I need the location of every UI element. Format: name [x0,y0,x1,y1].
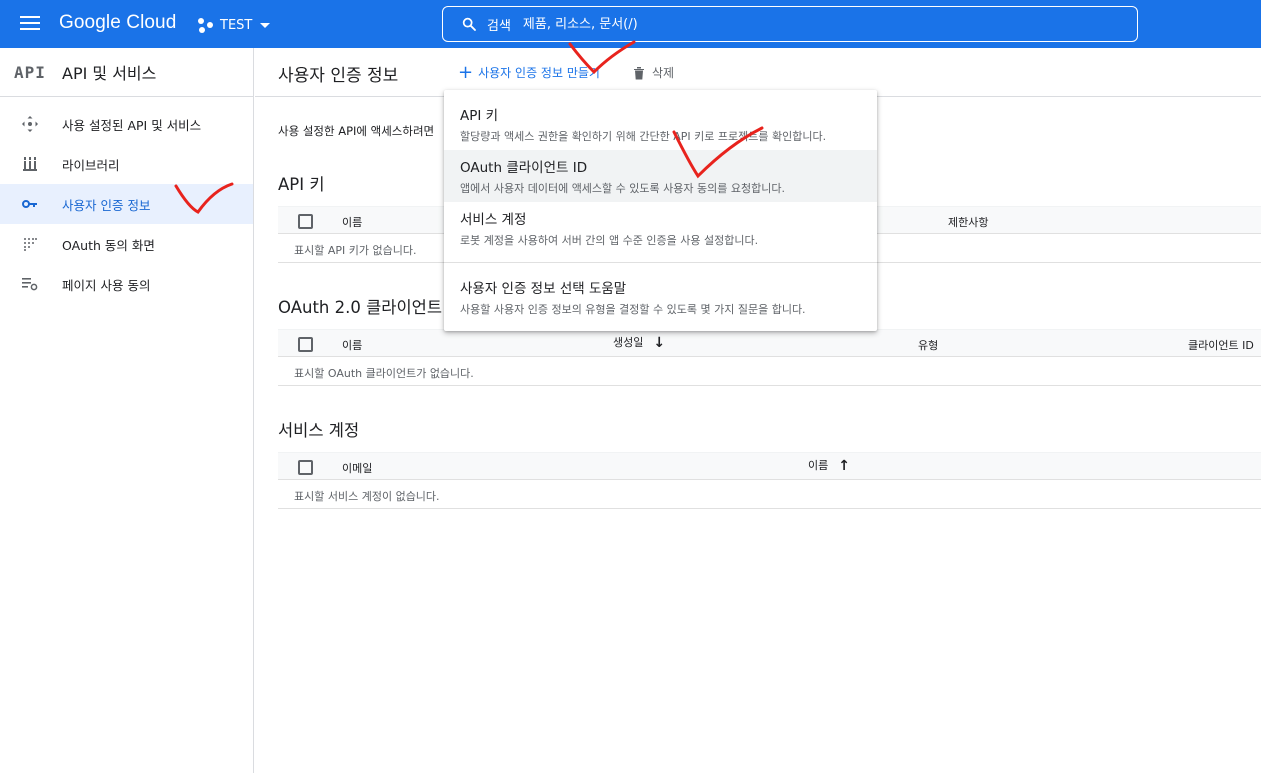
delete-label: 삭제 [652,66,675,80]
menu-item-title: 사용자 인증 정보 선택 도움말 [460,281,627,297]
empty-message: 표시할 서비스 계정이 없습니다. [294,490,440,503]
sidebar-title: API 및 서비스 [62,64,157,83]
google-cloud-logo[interactable]: Google Cloud [59,12,176,34]
create-credentials-label: 사용자 인증 정보 만들기 [478,66,600,80]
trash-icon [634,66,644,79]
select-all-checkbox[interactable] [298,337,313,352]
oauth-consent-icon [22,236,38,252]
column-header-name-label: 이름 [808,459,829,472]
sidebar-item-credentials[interactable]: 사용자 인증 정보 [0,184,253,224]
menu-item-description: 앱에서 사용자 데이터에 액세스할 수 있도록 사용자 동의를 요청합니다. [460,182,785,195]
column-header-restrictions[interactable]: 제한사항 [948,214,988,230]
menu-item-description: 사용할 사용자 인증 정보의 유형을 결정할 수 있도록 몇 가지 질문을 합니… [460,303,806,316]
sidebar-header: API API 및 서비스 [0,48,253,97]
column-header-name[interactable]: 이름 [342,214,362,230]
intro-text: 사용 설정한 API에 액세스하려면 [278,124,435,138]
arrow-up-icon: ↑ [838,458,850,474]
api-logo: API [14,62,46,82]
sidebar-item-library[interactable]: 라이브러리 [0,144,253,184]
page-title: 사용자 인증 정보 [278,66,399,86]
sidebar-item-label: OAuth 동의 화면 [62,237,155,253]
create-credentials-button[interactable]: + 사용자 인증 정보 만들기 [458,61,600,83]
arrow-down-icon: ↓ [653,335,666,351]
menu-item-title: API 키 [460,108,499,124]
column-header-name[interactable]: 이름 ↑ [808,457,850,474]
column-header-client-id[interactable]: 클라이언트 ID [1188,337,1254,353]
sidebar-item-label: 사용 설정된 API 및 서비스 [62,117,202,133]
select-all-checkbox[interactable] [298,460,313,475]
oauth-clients-title: OAuth 2.0 클라이언트 [278,298,442,317]
column-header-name[interactable]: 이름 [342,337,362,353]
services-icon [22,116,38,132]
top-bar: Google Cloud TEST 검색 [0,0,1261,48]
page-usage-icon [22,276,38,292]
menu-divider [444,262,877,263]
table-header: 이름 생성일 ↓ 유형 클라이언트 ID [278,329,1261,357]
service-accounts-title: 서비스 계정 [278,421,360,440]
sidebar-item-label: 사용자 인증 정보 [62,197,151,213]
column-header-email[interactable]: 이메일 [342,460,372,476]
oauth-clients-table: 이름 생성일 ↓ 유형 클라이언트 ID 표시할 OAuth 클라이언트가 없습니… [278,329,1261,386]
menu-item-oauth-client-id[interactable]: OAuth 클라이언트 ID 앱에서 사용자 데이터에 액세스할 수 있도록 사… [444,150,877,202]
search-bar[interactable]: 검색 [442,6,1138,42]
search-input[interactable] [522,16,1123,32]
select-all-checkbox[interactable] [298,214,313,229]
table-row: 표시할 OAuth 클라이언트가 없습니다. [278,357,1261,386]
search-icon [462,17,476,31]
menu-item-credentials-help[interactable]: 사용자 인증 정보 선택 도움말 사용할 사용자 인증 정보의 유형을 결정할 … [444,277,877,323]
api-keys-title: API 키 [278,175,325,194]
key-icon [22,196,38,212]
menu-item-service-account[interactable]: 서비스 계정 로봇 계정을 사용하여 서버 간의 앱 수준 인증을 사용 설정합… [444,208,877,258]
menu-item-description: 로봇 계정을 사용하여 서버 간의 앱 수준 인증을 사용 설정합니다. [460,234,759,247]
search-label: 검색 [487,18,511,34]
table-row: 표시할 서비스 계정이 없습니다. [278,480,1261,509]
service-accounts-table: 이메일 이름 ↑ 표시할 서비스 계정이 없습니다. [278,452,1261,509]
menu-item-title: 서비스 계정 [460,212,527,228]
project-icon [198,17,214,33]
empty-message: 표시할 OAuth 클라이언트가 없습니다. [294,367,474,380]
empty-message: 표시할 API 키가 없습니다. [294,244,417,257]
chevron-down-icon [260,22,271,28]
menu-item-title: OAuth 클라이언트 ID [460,160,588,176]
sidebar-item-enabled-apis[interactable]: 사용 설정된 API 및 서비스 [0,104,253,144]
sidebar-nav: 사용 설정된 API 및 서비스 라이브러리 사용자 인증 정보 OAuth 동… [0,104,253,304]
sidebar-item-label: 라이브러리 [62,157,120,173]
library-icon [22,156,38,172]
plus-icon: + [458,61,474,83]
table-header: 이메일 이름 ↑ [278,452,1261,480]
sidebar-item-oauth-consent[interactable]: OAuth 동의 화면 [0,224,253,264]
hamburger-menu-icon[interactable] [20,16,40,32]
sidebar-item-page-usage[interactable]: 페이지 사용 동의 [0,264,253,304]
menu-item-api-key[interactable]: API 키 할당량과 액세스 권한을 확인하기 위해 간단한 API 키로 프로… [444,104,877,150]
project-name: TEST [220,17,253,33]
column-header-created-label: 생성일 [613,336,644,349]
delete-button[interactable]: 삭제 [633,64,674,81]
column-header-created[interactable]: 생성일 ↓ [613,334,665,351]
menu-item-description: 할당량과 액세스 권한을 확인하기 위해 간단한 API 키로 프로젝트를 확인… [460,130,827,143]
column-header-type[interactable]: 유형 [918,337,938,353]
sidebar-item-label: 페이지 사용 동의 [62,277,151,293]
sidebar: API API 및 서비스 사용 설정된 API 및 서비스 라이브러리 사용자… [0,48,254,773]
project-selector[interactable]: TEST [198,14,271,36]
create-credentials-menu: API 키 할당량과 액세스 권한을 확인하기 위해 간단한 API 키로 프로… [444,90,877,331]
